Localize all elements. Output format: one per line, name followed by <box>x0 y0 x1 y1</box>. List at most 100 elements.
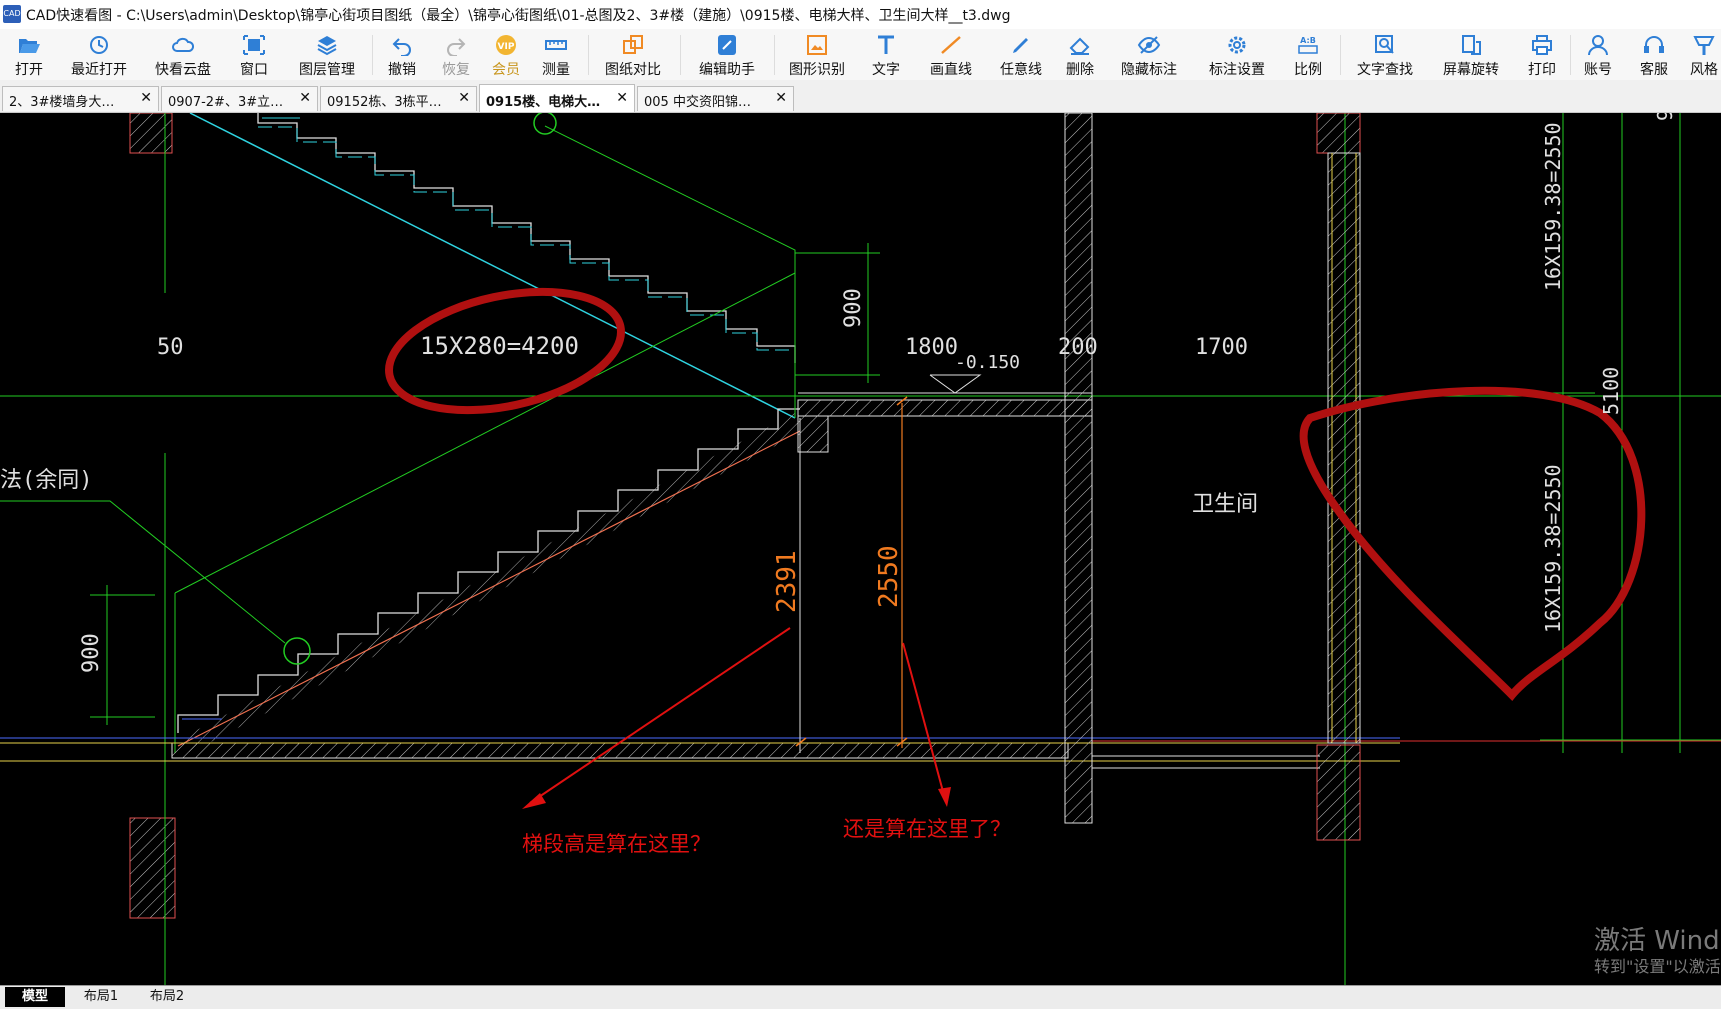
account-button[interactable]: 账号 <box>1576 29 1620 80</box>
tab-label: 0915楼、电梯大… <box>486 95 601 110</box>
toolbar-separator <box>680 35 681 75</box>
undo-icon <box>392 38 411 56</box>
dim-200: 200 <box>1058 335 1098 360</box>
freehand-line-button[interactable]: 任意线 <box>992 29 1050 80</box>
window-button[interactable]: 窗口 <box>232 29 276 80</box>
windows-activation-watermark: 激活 Windo 转到"设置"以激活 <box>1594 926 1721 976</box>
dim-5100: 5100 <box>1599 367 1623 415</box>
redo-icon <box>447 38 466 56</box>
close-icon[interactable]: ✕ <box>299 90 311 106</box>
elevation-mark: -0.150 <box>955 352 1020 373</box>
shape-recognize-icon <box>807 35 827 55</box>
annotation-settings-button[interactable]: 标注设置 <box>1200 29 1274 80</box>
shape-recognize-button[interactable]: 图形识别 <box>780 29 854 80</box>
close-icon[interactable]: ✕ <box>775 90 787 106</box>
tab-elevator-detail[interactable]: 0915楼、电梯大… ✕ <box>479 84 635 112</box>
dim-900-top: 900 <box>841 288 866 328</box>
toolbar-separator <box>588 35 589 75</box>
window-icon <box>243 35 265 55</box>
vip-button[interactable]: VIP 会员 <box>484 29 528 80</box>
vip-icon: VIP <box>496 35 516 55</box>
drawing-canvas[interactable]: 50 15X280=4200 1800 -0.150 200 1700 900 … <box>0 113 1721 985</box>
lower-stair-flight <box>177 408 801 753</box>
style-button[interactable]: 风格 <box>1686 29 1721 80</box>
scale-button[interactable]: A:B 比例 <box>1286 29 1330 80</box>
annotation-question-2: 还是算在这里了？ <box>843 817 1011 841</box>
window-title: CAD快速看图 - C:\Users\admin\Desktop\锦亭心街项目图… <box>26 8 1011 24</box>
close-icon[interactable]: ✕ <box>458 90 470 106</box>
text-search-button[interactable]: 文字查找 <box>1348 29 1422 80</box>
dim-1700: 1700 <box>1195 335 1248 360</box>
toolbar-separator <box>1570 35 1571 75</box>
toolbar-separator <box>372 35 373 75</box>
open-button[interactable]: 打开 <box>4 29 54 80</box>
tab-floor-plan[interactable]: 09152栋、3栋平… ✕ <box>320 86 477 111</box>
dim-2550: 2550 <box>874 545 904 608</box>
tab-label: 0907-2#、3#立… <box>168 95 284 110</box>
delete-button[interactable]: 删除 <box>1058 29 1102 80</box>
edit-assistant-button[interactable]: 编辑助手 <box>690 29 764 80</box>
dim-900-left: 900 <box>79 633 104 673</box>
tab-label: 09152栋、3栋平… <box>327 95 442 110</box>
recent-open-button[interactable]: 最近打开 <box>62 29 136 80</box>
printer-icon <box>1532 35 1552 55</box>
room-label: 卫生间 <box>1192 492 1258 517</box>
headset-icon <box>1644 36 1664 53</box>
green-reference-lines <box>0 113 1721 985</box>
toolbar-separator <box>774 35 775 75</box>
layout-tab-bar: 模型 布局1 布局2 <box>0 985 1721 1009</box>
tab-layout-2[interactable]: 布局2 <box>136 987 198 1007</box>
eraser-icon <box>1069 37 1090 55</box>
settings-icon <box>1228 36 1246 54</box>
dim-riser-top: 16X159.38=2550 <box>1541 122 1565 291</box>
cloud-drive-button[interactable]: 快看云盘 <box>146 29 220 80</box>
pen-icon <box>1013 38 1028 53</box>
layer-manager-button[interactable]: 图层管理 <box>290 29 364 80</box>
tab-layout-1[interactable]: 布局1 <box>70 987 132 1007</box>
tab-model[interactable]: 模型 <box>5 987 65 1007</box>
redo-button[interactable]: 恢复 <box>434 29 478 80</box>
measure-button[interactable]: 测量 <box>534 29 578 80</box>
left-wall <box>129 113 176 919</box>
print-button[interactable]: 打印 <box>1520 29 1564 80</box>
note-text: 法(余同) <box>0 468 93 493</box>
style-icon <box>1693 36 1715 55</box>
line-icon <box>941 36 961 54</box>
main-toolbar: 打开 最近打开 快看云盘 窗口 图层管理 撤销 恢复 VIP 会员 测量 图纸对… <box>0 29 1721 81</box>
question-annotations: 梯段高是算在这里？ 还是算在这里了？ <box>522 817 1011 856</box>
scale-icon: A:B <box>1298 36 1318 54</box>
annotation-question-1: 梯段高是算在这里？ <box>522 832 711 856</box>
tab-label: 2、3#楼墙身大… <box>9 95 115 110</box>
hide-annotation-button[interactable]: 隐藏标注 <box>1112 29 1186 80</box>
dim-riser-bottom: 16X159.38=2550 <box>1541 464 1565 633</box>
svg-text:VIP: VIP <box>498 42 515 52</box>
dim-corner-9: 9 <box>1653 113 1677 121</box>
close-icon[interactable]: ✕ <box>140 90 152 106</box>
tab-label: 005 中交资阳锦… <box>644 95 751 110</box>
dim-2391: 2391 <box>772 550 802 613</box>
text-button[interactable]: 文字 <box>864 29 908 80</box>
user-icon <box>1588 35 1608 56</box>
rotate-screen-button[interactable]: 屏幕旋转 <box>1434 29 1508 80</box>
drawing-compare-button[interactable]: 图纸对比 <box>596 29 670 80</box>
tab-elevation[interactable]: 0907-2#、3#立… ✕ <box>161 86 318 111</box>
dim-50: 50 <box>157 335 184 360</box>
dim-1800: 1800 <box>905 335 958 360</box>
close-icon[interactable]: ✕ <box>616 90 628 106</box>
dim-stair-run: 15X280=4200 <box>420 332 579 360</box>
tab-wall-detail[interactable]: 2、3#楼墙身大… ✕ <box>2 86 159 111</box>
rotate-icon <box>1462 35 1481 55</box>
draw-line-button[interactable]: 画直线 <box>922 29 980 80</box>
folder-open-icon <box>19 39 40 53</box>
layers-icon <box>317 36 337 56</box>
customer-service-button[interactable]: 客服 <box>1632 29 1676 80</box>
svg-text:A:B: A:B <box>1300 36 1316 45</box>
tab-zhongjiao[interactable]: 005 中交资阳锦… ✕ <box>637 86 794 111</box>
app-logo-icon: CAD <box>3 5 21 23</box>
clock-icon <box>90 36 108 54</box>
toolbar-separator <box>1340 35 1341 75</box>
undo-button[interactable]: 撤销 <box>380 29 424 80</box>
edit-assistant-icon <box>718 35 736 55</box>
cad-drawing: 50 15X280=4200 1800 -0.150 200 1700 900 … <box>0 113 1721 985</box>
orange-dimension-texts: 2391 2550 <box>772 545 904 613</box>
